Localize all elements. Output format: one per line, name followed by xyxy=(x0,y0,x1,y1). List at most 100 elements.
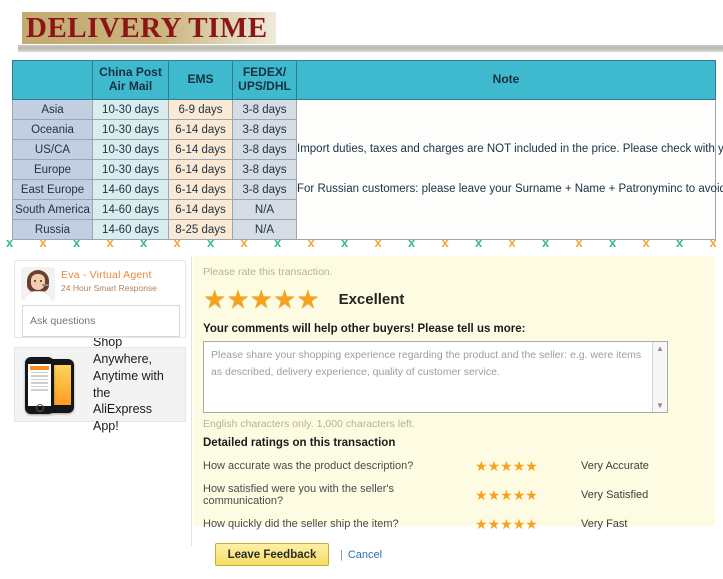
scroll-down-icon[interactable]: ▼ xyxy=(653,399,667,412)
star-icon[interactable]: ★ xyxy=(488,517,501,531)
divider-x-glyph: x xyxy=(575,234,583,250)
star-icon[interactable]: ★ xyxy=(475,488,488,502)
cell-region: Asia xyxy=(12,99,93,120)
cell-region: Europe xyxy=(12,159,93,180)
detailed-rating-row: How satisfied were you with the seller's… xyxy=(203,483,701,507)
comment-textarea[interactable]: Please share your shopping experience re… xyxy=(203,341,668,413)
eva-virtual-agent-card: Eva - Virtual Agent 24 Hour Smart Respon… xyxy=(14,260,186,338)
overall-star-rating[interactable]: ★ ★ ★ ★ ★ xyxy=(203,286,320,312)
column-header-fedex-line2: UPS/DHL xyxy=(238,79,291,93)
rating-question: How satisfied were you with the seller's… xyxy=(203,483,395,507)
rating-question: How quickly did the seller ship the item… xyxy=(203,518,399,530)
star-icon[interactable]: ★ xyxy=(500,488,513,502)
rating-stars[interactable]: ★ ★ ★ ★ ★ xyxy=(475,517,575,531)
rating-question: How accurate was the product description… xyxy=(203,460,414,472)
star-icon[interactable]: ★ xyxy=(296,286,319,312)
ask-questions-input[interactable] xyxy=(22,305,180,337)
leave-feedback-button[interactable]: Leave Feedback xyxy=(215,543,329,566)
divider-x-glyph: x xyxy=(475,234,483,250)
app-promo-line-2: Anytime with the xyxy=(93,368,164,400)
rating-label: Very Satisfied xyxy=(581,489,649,501)
rate-transaction-panel: Please rate this transaction. ★ ★ ★ ★ ★ Exce… xyxy=(193,256,715,531)
cell-china-post: 14-60 days xyxy=(92,199,169,220)
note-paragraph-1: Import duties, taxes and charges are NOT… xyxy=(297,142,723,155)
column-separator xyxy=(191,256,192,546)
phone-icon xyxy=(21,354,85,416)
delivery-time-table: China Post Air Mail EMS FEDEX/ UPS/DHL N… xyxy=(12,60,723,240)
feedback-actions: Leave Feedback | Cancel xyxy=(215,543,382,566)
title-divider-rule xyxy=(18,45,723,52)
eva-agent-subtitle: 24 Hour Smart Response xyxy=(61,282,157,293)
table-row: Asia 10-30 days 6-9 days 3-8 days Import… xyxy=(12,99,723,240)
star-icon[interactable]: ★ xyxy=(513,517,526,531)
feedback-section: Eva - Virtual Agent 24 Hour Smart Respon… xyxy=(0,254,723,579)
cell-china-post: 10-30 days xyxy=(92,99,169,120)
star-icon[interactable]: ★ xyxy=(475,459,488,473)
divider-x-glyph: x xyxy=(140,234,148,250)
aliexpress-app-promo[interactable]: Shop Anywhere, Anytime with the AliExpre… xyxy=(14,335,186,433)
star-icon[interactable]: ★ xyxy=(475,517,488,531)
overall-rating-row: ★ ★ ★ ★ ★ Excellent xyxy=(203,284,701,314)
cell-fedex: 3-8 days xyxy=(232,119,297,140)
star-icon[interactable]: ★ xyxy=(250,286,273,312)
rating-label: Very Accurate xyxy=(581,460,649,472)
star-icon[interactable]: ★ xyxy=(525,459,538,473)
star-icon[interactable]: ★ xyxy=(226,286,249,312)
divider-x-glyph: x xyxy=(207,234,215,250)
star-icon[interactable]: ★ xyxy=(500,517,513,531)
star-icon[interactable]: ★ xyxy=(525,517,538,531)
divider-x-glyph: x xyxy=(508,234,516,250)
cell-ems: 6-14 days xyxy=(168,199,233,220)
scroll-up-icon[interactable]: ▲ xyxy=(653,342,667,355)
cell-region: East Europe xyxy=(12,179,93,200)
cell-region: Oceania xyxy=(12,119,93,140)
comment-placeholder-text: Please share your shopping experience re… xyxy=(211,349,642,379)
divider-x-glyph: x xyxy=(542,234,550,250)
cell-fedex: 3-8 days xyxy=(232,99,297,120)
cell-ems: 6-14 days xyxy=(168,119,233,140)
app-promo-line-1: Shop Anywhere, xyxy=(93,334,153,366)
divider-x-glyph: x xyxy=(609,234,617,250)
star-icon[interactable]: ★ xyxy=(488,488,501,502)
column-header-china-post-line2: Air Mail xyxy=(108,79,153,93)
divider-x-glyph: x xyxy=(240,234,248,250)
star-icon[interactable]: ★ xyxy=(525,488,538,502)
divider-x-glyph: x xyxy=(39,234,47,250)
rating-label: Very Fast xyxy=(581,518,628,530)
cell-region: South America xyxy=(12,199,93,220)
rating-stars[interactable]: ★ ★ ★ ★ ★ xyxy=(475,488,575,502)
divider-x-glyph: x xyxy=(441,234,449,250)
cell-ems: 6-14 days xyxy=(168,179,233,200)
cell-china-post: 10-30 days xyxy=(92,119,169,140)
column-header-note: Note xyxy=(296,60,716,100)
sidebar: Eva - Virtual Agent 24 Hour Smart Respon… xyxy=(14,260,186,433)
cell-ems: 6-14 days xyxy=(168,139,233,160)
divider-x-glyph: x xyxy=(408,234,416,250)
star-icon[interactable]: ★ xyxy=(513,488,526,502)
cancel-link[interactable]: Cancel xyxy=(348,549,382,561)
divider-x-glyph: x xyxy=(6,234,14,250)
rating-stars[interactable]: ★ ★ ★ ★ ★ xyxy=(475,459,575,473)
detailed-rating-row: How quickly did the seller ship the item… xyxy=(203,517,701,531)
star-icon[interactable]: ★ xyxy=(500,459,513,473)
page-title: DELIVERY TIME xyxy=(26,11,268,44)
character-count-note: English characters only. 1,000 character… xyxy=(203,418,415,430)
divider-x-glyph: x xyxy=(73,234,81,250)
star-icon[interactable]: ★ xyxy=(203,286,226,312)
column-header-china-post: China Post Air Mail xyxy=(92,60,169,100)
overall-rating-label: Excellent xyxy=(338,290,405,308)
column-header-fedex-line1: FEDEX/ xyxy=(242,65,287,80)
cell-fedex: 3-8 days xyxy=(232,179,297,200)
avatar xyxy=(21,267,55,301)
column-header-region xyxy=(12,60,93,100)
comment-scrollbar[interactable]: ▲ ▼ xyxy=(652,342,667,412)
comments-label: Your comments will help other buyers! Pl… xyxy=(203,323,526,335)
star-icon[interactable]: ★ xyxy=(273,286,296,312)
star-icon[interactable]: ★ xyxy=(488,459,501,473)
cell-ems: 6-9 days xyxy=(168,99,233,120)
divider-x-glyph: x xyxy=(274,234,282,250)
table-header-row: China Post Air Mail EMS FEDEX/ UPS/DHL N… xyxy=(12,60,716,100)
title-background-block: DELIVERY TIME xyxy=(22,12,276,44)
rate-prompt: Please rate this transaction. xyxy=(203,266,333,278)
star-icon[interactable]: ★ xyxy=(513,459,526,473)
